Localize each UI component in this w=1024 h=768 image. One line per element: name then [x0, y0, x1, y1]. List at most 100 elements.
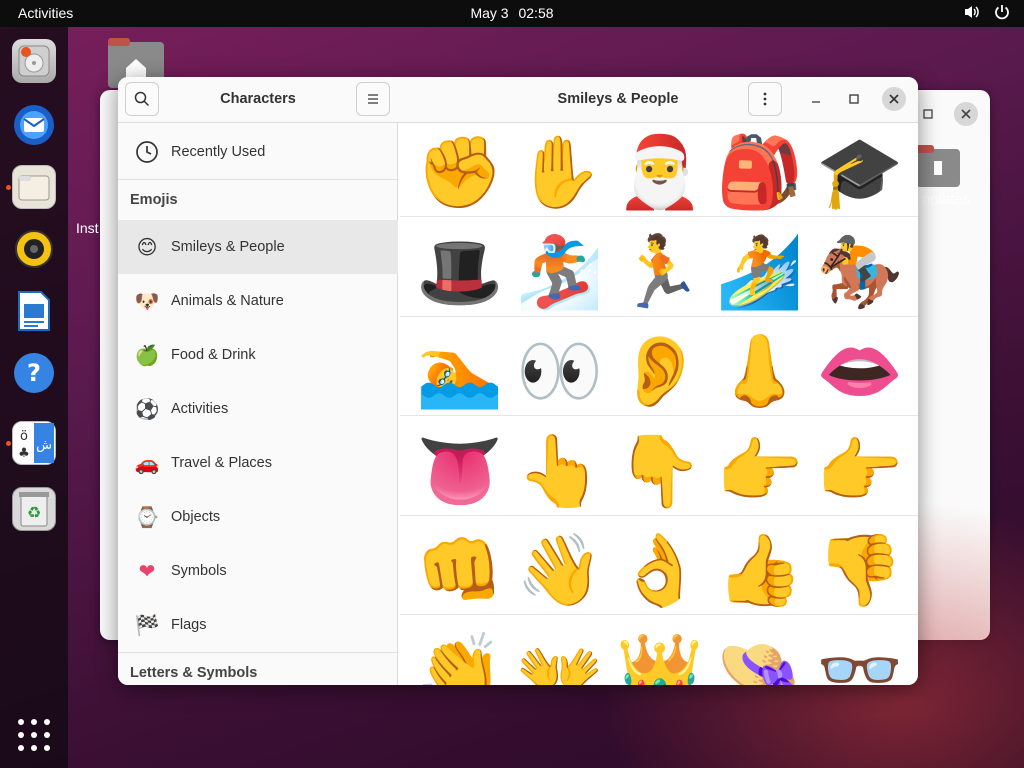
characters-icon: ö ♣ ش — [18, 423, 54, 463]
emoji-cell[interactable]: 🏃 — [610, 222, 710, 322]
main-header: Smileys & People — [398, 77, 918, 123]
sidebar-item-label: Flags — [171, 617, 207, 633]
sidebar-item-food-drink[interactable]: 🍏 Food & Drink — [118, 328, 398, 382]
sidebar-item-label: Smileys & People — [171, 239, 285, 255]
category-list: Recently Used Emojis 😊 Smileys & People … — [118, 124, 398, 685]
sidebar-item-activities[interactable]: ⚽ Activities — [118, 382, 398, 436]
emoji-cell[interactable]: 👉 — [810, 421, 910, 521]
time-label: 02:58 — [518, 5, 554, 21]
checkered-flag-icon: 🏁 — [134, 614, 160, 637]
svg-text:?: ? — [27, 359, 41, 387]
category-menu-button[interactable] — [748, 82, 782, 116]
volume-icon[interactable] — [964, 4, 980, 20]
car-icon: 🚗 — [134, 452, 160, 475]
watch-icon: ⌚ — [134, 506, 160, 529]
close-icon[interactable] — [882, 87, 906, 111]
svg-text:ö: ö — [20, 429, 28, 444]
emoji-cell[interactable]: 👏 — [410, 620, 510, 685]
top-bar: Activities May 3 02:58 — [0, 0, 1024, 27]
emoji-cell[interactable]: 👂 — [610, 321, 710, 421]
svg-text:♣: ♣ — [18, 446, 30, 461]
dog-icon: 🐶 — [134, 290, 160, 313]
emoji-cell[interactable]: 👑 — [610, 620, 710, 685]
kebab-menu-icon — [763, 92, 767, 106]
sidebar-item-animals-nature[interactable]: 🐶 Animals & Nature — [118, 274, 398, 328]
desktop-install-label: Inst — [76, 220, 99, 236]
svg-text:♻: ♻ — [27, 503, 41, 522]
power-icon[interactable] — [994, 4, 1010, 20]
dock: ? ö ♣ ش ♻ — [0, 27, 68, 768]
sidebar-item-label: Activities — [171, 401, 229, 417]
emoji-cell[interactable]: 👀 — [510, 321, 610, 421]
emoji-cell[interactable]: 👊 — [410, 520, 510, 620]
system-tray[interactable] — [964, 4, 1010, 20]
dock-trash[interactable]: ♻ — [12, 487, 56, 531]
sidebar-item-symbols[interactable]: ❤ Symbols — [118, 544, 398, 598]
emoji-cell[interactable]: ✋ — [510, 124, 610, 222]
emoji-cell[interactable]: 🏂 — [510, 222, 610, 322]
minimize-icon[interactable] — [804, 87, 828, 111]
sidebar-item-label: Recently Used — [171, 143, 266, 160]
apple-icon: 🍏 — [134, 344, 160, 367]
sidebar-item-objects[interactable]: ⌚ Objects — [118, 490, 398, 544]
document-icon — [18, 291, 50, 331]
sidebar-item-label: Objects — [171, 509, 221, 525]
bg-maximize-icon[interactable] — [916, 102, 940, 126]
trash-icon: ♻ — [19, 492, 49, 527]
emoji-cell[interactable]: 👒 — [710, 620, 810, 685]
svg-text:ش: ش — [36, 438, 52, 453]
emoji-cell[interactable]: 🎓 — [810, 124, 910, 222]
emoji-cell[interactable]: 👍 — [710, 520, 810, 620]
emoji-cell[interactable]: 🏊 — [410, 321, 510, 421]
emoji-cell[interactable]: 🎒 — [710, 124, 810, 222]
dock-thunderbird[interactable] — [12, 103, 56, 147]
folder-icon — [18, 175, 50, 201]
templates-label: mplates — [917, 191, 971, 208]
maximize-icon[interactable] — [842, 87, 866, 111]
emoji-cell[interactable]: 👌 — [610, 520, 710, 620]
emoji-cell[interactable]: 👆 — [510, 421, 610, 521]
soccer-ball-icon: ⚽ — [134, 398, 160, 421]
sidebar-item-label: Symbols — [171, 563, 227, 579]
dock-installer[interactable] — [12, 39, 56, 83]
dock-characters[interactable]: ö ♣ ش — [6, 421, 56, 465]
sidebar-item-travel-places[interactable]: 🚗 Travel & Places — [118, 436, 398, 490]
dock-help[interactable]: ? — [12, 351, 56, 395]
sidebar-item-label: Travel & Places — [171, 455, 272, 471]
emoji-cell[interactable]: 👋 — [510, 520, 610, 620]
help-icon: ? — [14, 353, 54, 393]
emoji-cell[interactable]: 🏄 — [710, 222, 810, 322]
emoji-cell[interactable]: 🏇 — [810, 222, 910, 322]
emoji-cell[interactable]: 🎩 — [410, 222, 510, 322]
sidebar-header: Characters — [118, 77, 398, 123]
emoji-cell[interactable]: 👐 — [510, 620, 610, 685]
dock-files[interactable] — [6, 165, 56, 209]
emojis-heading: Emojis — [130, 192, 178, 208]
emoji-cell[interactable]: 👎 — [810, 520, 910, 620]
emoji-cell[interactable]: 👃 — [710, 321, 810, 421]
emoji-cell[interactable]: 👇 — [610, 421, 710, 521]
date-label: May 3 — [470, 5, 509, 21]
emoji-cell[interactable]: 🎅 — [610, 124, 710, 222]
characters-window: Characters Recently Used Emojis 😊 Smiley… — [118, 77, 918, 685]
sidebar-item-label: Animals & Nature — [171, 293, 284, 309]
emoji-grid: ✊ ✋ 🎅 🎒 🎓 🎩 🏂 🏃 🏄 🏇 🏊 👀 👂 👃 👄 👅 👆 👇 👉 👉 👊 👋 👌 👍 👎 👏 👐 👑 👒 👓 — [400, 124, 918, 685]
sidebar-item-flags[interactable]: 🏁 Flags — [118, 598, 398, 652]
sidebar-item-label: Food & Drink — [171, 347, 256, 363]
sidebar-item-recently-used[interactable]: Recently Used — [118, 124, 398, 179]
sidebar-item-smileys-people[interactable]: 😊 Smileys & People — [118, 220, 398, 274]
clock[interactable]: May 3 02:58 — [0, 5, 1024, 21]
emoji-cell[interactable]: 👉 — [710, 421, 810, 521]
disk-installer-icon — [18, 45, 50, 77]
dock-rhythmbox[interactable] — [12, 227, 56, 271]
emoji-cell[interactable]: ✊ — [410, 124, 510, 222]
sidebar: Characters Recently Used Emojis 😊 Smiley… — [118, 77, 398, 685]
bg-close-icon[interactable] — [954, 102, 978, 126]
show-apps-button[interactable] — [18, 719, 50, 751]
dock-writer[interactable] — [12, 289, 56, 333]
speaker-icon — [15, 230, 53, 268]
emoji-cell[interactable]: 👄 — [810, 321, 910, 421]
emoji-cell[interactable]: 👓 — [810, 620, 910, 685]
letters-symbols-heading[interactable]: Letters & Symbols — [118, 653, 398, 685]
emoji-cell[interactable]: 👅 — [410, 421, 510, 521]
